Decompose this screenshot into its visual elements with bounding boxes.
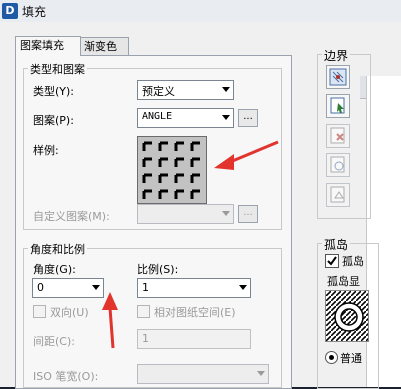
pattern-swatch[interactable] — [137, 136, 207, 204]
swatch-label: 样例: — [33, 144, 59, 157]
add-select-objects-button[interactable] — [326, 94, 350, 118]
angle-label: 角度(G): — [33, 263, 76, 276]
chevron-down-icon — [222, 87, 230, 92]
custom-pattern-browse-button[interactable]: ... — [238, 205, 258, 223]
boundary-group-title: 边界 — [322, 47, 351, 64]
double-checkbox[interactable] — [33, 305, 46, 318]
island-detect-checkbox[interactable] — [325, 254, 339, 268]
pattern-label: 图案(P): — [33, 114, 74, 127]
island-group-title: 孤岛 — [322, 236, 351, 253]
tab-hatch[interactable]: 图案填充 — [15, 36, 81, 56]
pattern-select-value: ANGLE — [142, 111, 173, 122]
relative-paper-label: 相对图纸空间(E) — [154, 306, 236, 319]
angle-scale-group-title: 角度和比例 — [28, 241, 87, 257]
radio-dot-icon — [329, 355, 334, 360]
view-selections-button[interactable] — [326, 183, 350, 207]
app-icon: D — [2, 3, 18, 19]
title-bar: D 填充 — [0, 0, 401, 23]
annotation-arrow-angle — [102, 292, 118, 349]
chevron-down-icon — [239, 285, 247, 290]
angle-pattern-icon — [138, 137, 206, 203]
scale-label: 比例(S): — [137, 263, 179, 276]
chevron-down-icon — [222, 211, 230, 216]
custom-pattern-label: 自定义图案(M): — [33, 210, 110, 223]
island-normal-label: 普通 — [340, 352, 362, 365]
pick-points-icon — [329, 68, 347, 86]
checkmark-icon — [327, 256, 337, 266]
spacing-label: 间距(C): — [33, 335, 75, 348]
island-display-label: 孤岛显 — [327, 275, 360, 288]
iso-pen-width-label: ISO 笔宽(O): — [33, 370, 99, 383]
island-normal-preview-icon — [326, 291, 368, 341]
view-selections-icon — [330, 186, 345, 203]
chevron-down-icon — [257, 371, 265, 376]
window-title: 填充 — [22, 5, 47, 19]
scale-select[interactable]: 1 — [137, 278, 251, 298]
island-normal-radio[interactable] — [325, 351, 338, 364]
relative-paper-checkbox[interactable] — [137, 305, 150, 318]
pattern-select[interactable]: ANGLE — [137, 108, 234, 128]
recreate-boundary-button[interactable] — [326, 153, 350, 177]
type-pattern-group-title: 类型和图案 — [28, 61, 87, 77]
angle-select-value: 0 — [37, 281, 44, 294]
scale-select-value: 1 — [142, 281, 149, 294]
iso-pen-width-select[interactable] — [137, 364, 269, 384]
spacing-input[interactable]: 1 — [137, 329, 251, 349]
add-pick-points-button[interactable] — [326, 65, 350, 89]
select-objects-icon — [330, 97, 345, 114]
tab-gradient[interactable]: 渐变色 — [79, 37, 129, 55]
remove-boundary-icon — [330, 127, 345, 144]
island-detect-label: 孤岛 — [342, 255, 364, 268]
type-label: 类型(Y): — [33, 85, 75, 98]
spacing-input-value: 1 — [142, 332, 149, 345]
chevron-down-icon — [222, 115, 230, 120]
annotation-arrow-pattern — [214, 140, 279, 170]
type-select-value: 预定义 — [142, 85, 175, 98]
type-select[interactable]: 预定义 — [137, 80, 234, 100]
angle-select[interactable]: 0 — [32, 278, 104, 298]
island-style-preview[interactable] — [325, 290, 369, 342]
remove-boundaries-button[interactable] — [326, 124, 350, 148]
custom-pattern-select[interactable] — [137, 204, 234, 224]
recreate-boundary-icon — [330, 156, 345, 173]
pattern-browse-button[interactable]: ... — [238, 109, 258, 127]
double-label: 双向(U) — [50, 306, 89, 319]
